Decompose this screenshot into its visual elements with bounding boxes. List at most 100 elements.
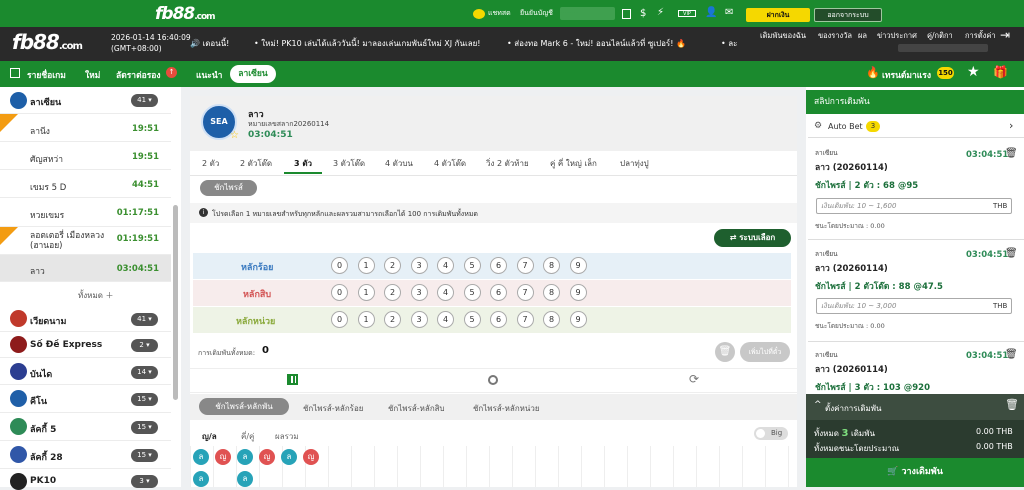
digit-ball[interactable]: 9 (569, 257, 587, 274)
digit-ball[interactable]: 4 (437, 284, 454, 301)
digit-ball[interactable]: 5 (463, 257, 481, 274)
sidebar-item[interactable]: หวยเขมร 01:17:51 (0, 198, 171, 227)
sidebar-category[interactable]: ลัคกี้ 28 15 ▾ (0, 441, 171, 469)
header-logo[interactable]: fb88.com (12, 30, 83, 54)
tab-3-digit[interactable]: 3 ตัว (294, 157, 312, 170)
digit-ball[interactable]: 4 (437, 311, 454, 328)
chevron-up-icon[interactable]: ^ (814, 400, 822, 410)
sidebar-category[interactable]: บันได 14 ▾ (0, 358, 171, 385)
show-all-link[interactable]: ทั้งหมด ＋ (78, 289, 113, 302)
big-toggle[interactable]: Big (754, 427, 788, 440)
nav-rewards[interactable]: ของรางวัล (818, 30, 852, 42)
document-icon[interactable] (622, 9, 631, 19)
tab-run-2[interactable]: วิ่ง 2 ตัวท้าย (486, 157, 529, 170)
digit-ball[interactable]: 1 (357, 311, 375, 328)
logout-icon[interactable]: ⇥ (1000, 28, 1010, 42)
nav-results[interactable]: ผล (858, 30, 867, 42)
sidebar-item[interactable]: ลานีง 19:51 (0, 114, 171, 142)
nav-odds[interactable]: ลัดราต่อรอง (116, 68, 161, 82)
chat-label[interactable]: แชทสด (488, 7, 511, 20)
stake-input[interactable]: เงินเดิมพัน: 10 ~ 1,600 (816, 198, 1012, 214)
star-icon[interactable]: ★ (967, 64, 980, 80)
user-icon[interactable]: 👤 (705, 7, 717, 18)
tab-3-digit-tote[interactable]: 3 ตัวโต๊ด (333, 157, 365, 170)
tab-4-top[interactable]: 4 ตัวบน (385, 157, 413, 170)
nav-settings[interactable]: การตั้งค่า (965, 30, 996, 42)
refresh-icon[interactable]: ⟳ (689, 372, 699, 386)
digit-ball[interactable]: 9 (569, 284, 587, 301)
tab-4-tote[interactable]: 4 ตัวโต๊ด (434, 157, 466, 170)
filter-sum[interactable]: ผลรวม (275, 430, 299, 443)
brand-logo[interactable]: fb88.com (155, 4, 216, 24)
verify-label[interactable]: ยืนยันบัญชี (520, 7, 553, 20)
dollar-icon[interactable]: $ (640, 8, 646, 19)
trash-icon[interactable]: 🗑 (715, 342, 735, 362)
digit-ball[interactable]: 4 (437, 257, 454, 274)
chevron-right-icon[interactable]: › (1009, 119, 1013, 132)
nav-recommended[interactable]: แนะนำ (196, 68, 222, 82)
digit-ball[interactable]: 8 (543, 311, 560, 328)
digit-ball[interactable]: 6 (490, 284, 507, 301)
tab-fish-crab[interactable]: ปลาทุ่งปู (620, 157, 649, 170)
filter-odd-even[interactable]: คี่/คู่ (241, 430, 254, 443)
nav-asian[interactable]: ลาเซียน (230, 65, 276, 83)
vip-icon[interactable]: VIP (678, 10, 696, 17)
trending-label[interactable]: เทรนด์มาแรง (882, 68, 931, 82)
tab-2-digit[interactable]: 2 ตัว (202, 157, 219, 170)
trash-icon[interactable]: 🗑 (1005, 349, 1018, 360)
digit-ball[interactable]: 9 (569, 311, 587, 328)
filter-big-small[interactable]: ญ/ล (202, 430, 217, 443)
favorite-star-icon[interactable]: ☆ (230, 130, 239, 141)
sidebar-item[interactable]: เขมร 5 D 44:51 (0, 170, 171, 198)
sidebar-category[interactable]: ลัคกี้ 5 15 ▾ (0, 413, 171, 441)
digit-ball[interactable]: 2 (384, 257, 401, 274)
sidebar-region-header[interactable]: ลาเซียน 41 ▾ (0, 87, 171, 114)
sidebar-item[interactable]: ศัญสหว่า 19:51 (0, 142, 171, 170)
digit-ball[interactable]: 3 (410, 311, 428, 328)
digit-ball[interactable]: 5 (463, 311, 481, 328)
gift-icon[interactable]: 🎁 (993, 65, 1008, 79)
digit-ball[interactable]: 0 (331, 257, 348, 274)
sidebar-item[interactable]: ลอตเตอรี่ เมืองหลวง (ฮานอย) 01:19:51 (0, 227, 171, 255)
digit-ball[interactable]: 1 (357, 284, 375, 301)
combo-tab-tens[interactable]: ชักไพรส์-หลักสิบ (388, 402, 445, 415)
digit-ball[interactable]: 8 (543, 257, 560, 274)
digit-ball[interactable]: 1 (357, 257, 375, 274)
digit-ball[interactable]: 7 (516, 257, 534, 274)
tab-2-digit-tote[interactable]: 2 ตัวโต๊ด (240, 157, 272, 170)
digit-ball[interactable]: 3 (410, 257, 428, 274)
digit-ball[interactable]: 5 (463, 284, 481, 301)
trash-all-icon[interactable]: 🗑 (1005, 398, 1019, 411)
logout-button[interactable]: ออกจากระบบ (814, 8, 882, 22)
stake-input[interactable]: เงินเดิมพัน: 10 ~ 3,000 (816, 298, 1012, 314)
sidebar-item-active[interactable]: ลาว 03:04:51 (0, 255, 171, 282)
trash-icon[interactable]: 🗑 (1005, 248, 1018, 259)
digit-ball[interactable]: 8 (543, 284, 560, 301)
sidebar-category[interactable]: PK10 3 ▾ (0, 469, 171, 490)
grid-icon[interactable] (287, 374, 298, 385)
digit-ball[interactable]: 2 (384, 311, 401, 328)
nav-announcements[interactable]: ข่าวประกาศ (877, 30, 917, 42)
nav-rules[interactable]: คู่/กติกา (927, 30, 953, 42)
bolt-icon[interactable]: ⚡ (657, 7, 664, 18)
sidebar-scrollbar[interactable] (173, 205, 178, 400)
subtype-pill[interactable]: ชักไพรส์ (200, 180, 257, 196)
nav-my-bets[interactable]: เดิมพันของฉัน (760, 30, 806, 42)
digit-ball[interactable]: 7 (516, 284, 534, 301)
mail-icon[interactable]: ✉ (725, 7, 733, 18)
digit-ball[interactable]: 2 (384, 284, 401, 301)
combo-tab-hundreds[interactable]: ชักไพรส์-หลักร้อย (303, 402, 363, 415)
sidebar-category[interactable]: คีโน 15 ▾ (0, 385, 171, 413)
random-pick-button[interactable]: ⇄ ระบบเลือก (714, 229, 791, 247)
add-to-ticket-button[interactable]: เพิ่มไปที่ตั๋ว (740, 342, 790, 362)
nav-game-list[interactable]: รายชื่อเกม (27, 68, 66, 82)
combo-tab-thousands[interactable]: ชักไพรส์-หลักพัน (199, 398, 289, 415)
digit-ball[interactable]: 6 (490, 257, 507, 274)
sidebar-category[interactable]: เวียดนาม 41 ▾ (0, 306, 171, 332)
chat-icon[interactable] (473, 9, 485, 19)
digit-ball[interactable]: 3 (410, 284, 428, 301)
deposit-button[interactable]: ฝากเงิน (746, 8, 810, 22)
tab-odd-even[interactable]: คู่ คี่ ใหญ่ เล็ก (550, 157, 597, 170)
chart-icon[interactable] (488, 375, 498, 385)
combo-tab-units[interactable]: ชักไพรส์-หลักหน่วย (473, 402, 540, 415)
